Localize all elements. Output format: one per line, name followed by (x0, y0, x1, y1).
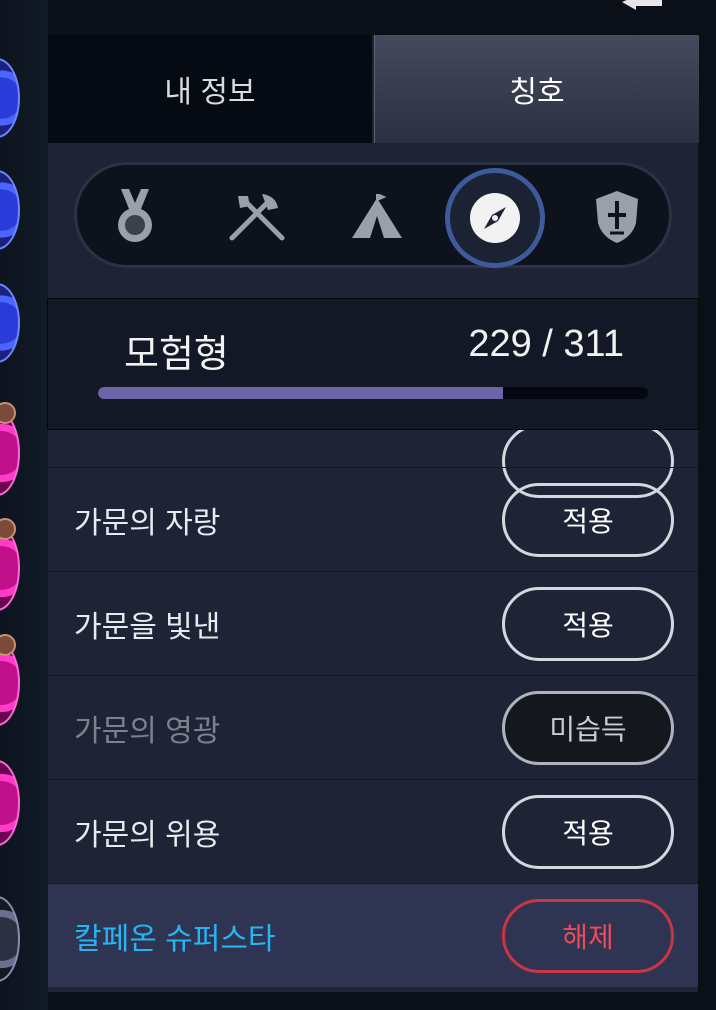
category-icon-bar (74, 162, 672, 268)
title-name: 가문을 빛낸 (74, 610, 221, 644)
tent-icon[interactable] (347, 187, 407, 247)
title-panel: 내 정보 칭호 모험형 229 / 311 가문의 자랑 적용 가문을 빛낸 적… (47, 35, 699, 992)
tab-titles[interactable]: 칭호 (374, 35, 699, 143)
blue-badge-icon[interactable] (0, 58, 20, 138)
progress-bar (98, 387, 648, 399)
title-name: 가문의 위용 (74, 818, 221, 852)
category-name: 모험형 (124, 334, 229, 376)
compass-icon[interactable] (445, 168, 545, 268)
title-list[interactable]: 가문의 자랑 적용 가문을 빛낸 적용 가문의 영광 미습득 가문의 위용 적용… (48, 430, 698, 992)
list-item-equipped: 칼페온 슈퍼스타 해제 (48, 883, 698, 987)
back-arrow-icon[interactable] (622, 0, 662, 14)
apply-button[interactable]: 적용 (502, 794, 674, 869)
list-item: 가문의 영광 미습득 (48, 675, 698, 779)
apply-button[interactable]: 적용 (502, 482, 674, 557)
list-item: 가문을 빛낸 적용 (48, 571, 698, 675)
level-dot-icon (0, 518, 16, 540)
blue-badge-icon[interactable] (0, 170, 20, 250)
tab-bar: 내 정보 칭호 (48, 35, 699, 143)
title-name: 가문의 자랑 (74, 506, 221, 540)
side-badge-strip (0, 0, 48, 1010)
category-progress: 모험형 229 / 311 (47, 298, 699, 430)
list-item: 가문의 자랑 적용 (48, 467, 698, 571)
tab-my-info[interactable]: 내 정보 (48, 35, 372, 143)
medal-icon[interactable] (105, 187, 165, 247)
list-item: 가문의 위용 적용 (48, 779, 698, 883)
pink-badge-icon[interactable] (0, 760, 20, 846)
release-button[interactable]: 해제 (502, 898, 674, 973)
level-dot-icon (0, 402, 16, 424)
gray-badge-icon[interactable] (0, 896, 20, 982)
progress-count: 229 / 311 (468, 323, 624, 365)
shield-icon[interactable] (587, 187, 647, 247)
apply-button[interactable]: 적용 (502, 586, 674, 661)
progress-bar-fill (98, 387, 503, 399)
crossed-weapons-icon[interactable] (227, 187, 287, 247)
title-name: 가문의 영광 (74, 714, 221, 748)
not-acquired-button: 미습득 (502, 690, 674, 765)
title-name: 칼페온 슈퍼스타 (74, 922, 276, 956)
blue-badge-icon[interactable] (0, 283, 20, 363)
